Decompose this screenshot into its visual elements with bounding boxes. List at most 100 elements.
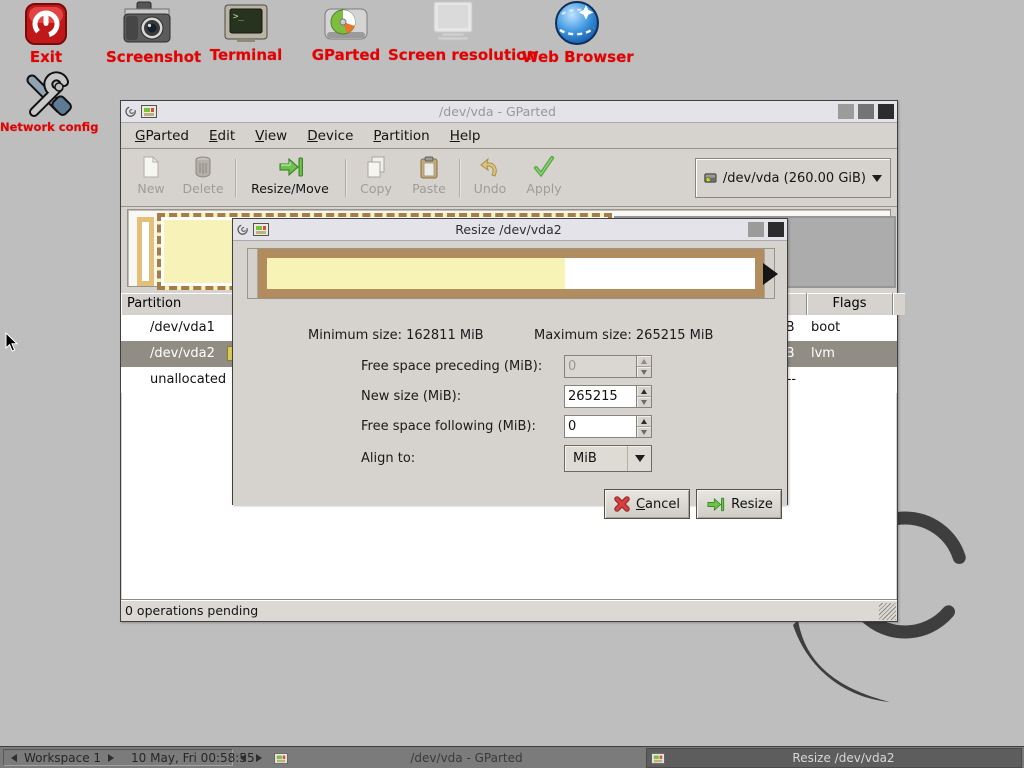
cancel-button[interactable]: Cancel [604, 489, 690, 519]
cancel-x-icon [614, 496, 630, 512]
task-button-gparted[interactable]: /dev/vda - GParted [270, 748, 644, 768]
delete-button[interactable]: Delete [177, 155, 229, 201]
monitor-icon [428, 0, 478, 44]
minimize-button[interactable] [838, 104, 854, 119]
new-size-spinner[interactable] [564, 385, 652, 408]
menu-help[interactable]: Help [440, 124, 491, 148]
free-space-following-input[interactable] [565, 416, 636, 437]
new-size-label: New size (MiB): [361, 389, 461, 404]
chevron-down-icon [635, 455, 645, 462]
spin-up-icon[interactable] [637, 386, 651, 396]
desktop-icon-label: GParted [308, 46, 384, 64]
desktop-icon-exit[interactable]: Exit [16, 2, 76, 66]
desktop-icon-web-browser[interactable]: Web Browser [522, 0, 632, 66]
new-button[interactable]: New [129, 155, 173, 201]
workspace-pager[interactable]: Workspace 1 10 May, Fri 00:58:55 [3, 749, 233, 766]
window-menu-swirl-icon[interactable] [124, 105, 137, 118]
align-to-combobox[interactable]: MiB [564, 445, 652, 472]
partition-name: /dev/vda1 [150, 320, 215, 335]
copy-button[interactable]: Copy [351, 155, 401, 201]
apply-button[interactable]: Apply [518, 155, 570, 201]
undo-button[interactable]: Undo [465, 155, 515, 201]
resize-dialog: Resize /dev/vda2 Minimum size: 162811 Mi… [232, 218, 788, 505]
menu-gparted[interactable]: GParted [125, 124, 199, 148]
window-titlebar[interactable]: /dev/vda - GParted [121, 101, 897, 123]
maximum-size-label: Maximum size: 265215 MiB [534, 328, 713, 343]
dialog-titlebar[interactable]: Resize /dev/vda2 [233, 219, 787, 241]
slider-right-handle-icon[interactable] [763, 263, 778, 285]
paste-icon [418, 155, 440, 179]
power-icon [24, 2, 68, 46]
resize-move-button[interactable]: Resize/Move [241, 155, 339, 201]
slider-used-space [267, 258, 565, 289]
free-space-preceding-label: Free space preceding (MiB): [361, 359, 542, 374]
menu-edit[interactable]: Edit [199, 124, 245, 148]
desktop-icon-gparted[interactable]: GParted [308, 6, 384, 64]
column-header-flags[interactable]: Flags [807, 293, 893, 315]
menu-device[interactable]: Device [297, 124, 363, 148]
resize-grip[interactable] [879, 603, 896, 620]
toolbar-separator [235, 159, 237, 197]
tasklist-scroll-right-icon[interactable] [256, 754, 262, 762]
desktop-icon-screen-resolution[interactable]: Screen resolution [388, 0, 518, 64]
spin-up-icon[interactable] [637, 416, 651, 426]
maximize-button[interactable] [858, 104, 874, 119]
desktop-icon-screenshot[interactable]: Screenshot [106, 0, 188, 66]
slider-left-grip[interactable] [248, 249, 258, 298]
free-space-preceding-spinner [564, 355, 652, 378]
toolbar: New Delete Resize/Move [121, 149, 897, 207]
resize-move-icon [277, 155, 303, 179]
spin-down-icon[interactable] [637, 396, 651, 407]
task-button-resize-dialog[interactable]: Resize /dev/vda2 [646, 748, 1022, 768]
desktop: Exit Screenshot >_ Terminal [0, 0, 1024, 768]
free-space-following-spinner[interactable] [564, 415, 652, 438]
globe-icon [553, 0, 601, 46]
spin-down-icon [637, 366, 651, 377]
dialog-close-button[interactable] [768, 222, 784, 237]
free-space-following-label: Free space following (MiB): [361, 419, 536, 434]
column-header-partition[interactable]: Partition [121, 293, 233, 315]
resize-arrow-icon [705, 496, 725, 513]
resize-button[interactable]: Resize [696, 489, 782, 519]
desktop-icon-label: Screen resolution [388, 46, 518, 64]
dialog-maximize-button[interactable] [748, 222, 764, 237]
menu-partition[interactable]: Partition [363, 124, 439, 148]
workspace-label: Workspace 1 [24, 751, 101, 765]
new-size-input[interactable] [565, 386, 636, 407]
workspace-next-icon[interactable] [108, 754, 114, 762]
device-selector[interactable]: /dev/vda (260.00 GiB) [695, 158, 891, 198]
desktop-icon-label: Screenshot [106, 48, 188, 66]
gparted-app-mini-icon [253, 223, 269, 236]
flags-value: boot [811, 320, 840, 335]
window-title: /dev/vda - GParted [161, 104, 834, 119]
desktop-icon-terminal[interactable]: >_ Terminal [206, 4, 286, 64]
paste-button[interactable]: Paste [404, 155, 454, 201]
spin-up-icon [637, 356, 651, 366]
task-label: /dev/vda - GParted [289, 751, 644, 765]
task-label: Resize /dev/vda2 [666, 751, 1021, 765]
menubar: GParted Edit View Device Partition Help [121, 123, 897, 149]
resize-slider[interactable] [247, 248, 775, 299]
close-button[interactable] [878, 104, 894, 119]
workspace-prev-icon[interactable] [11, 754, 17, 762]
spin-down-icon[interactable] [637, 426, 651, 437]
align-to-label: Align to: [361, 451, 415, 466]
partition-block-vda1[interactable] [137, 217, 154, 286]
combo-dropdown-button[interactable] [627, 446, 651, 471]
menu-view[interactable]: View [245, 124, 297, 148]
mouse-cursor [5, 332, 19, 353]
undo-icon [479, 155, 501, 179]
device-selector-value: /dev/vda (260.00 GiB) [723, 171, 866, 186]
tasklist-scroll-left-icon[interactable] [240, 754, 246, 762]
window-menu-swirl-icon[interactable] [236, 223, 249, 236]
apply-icon [532, 155, 556, 179]
desktop-icon-network-config[interactable]: Network config [0, 70, 96, 134]
status-text: 0 operations pending [125, 603, 258, 618]
terminal-icon: >_ [223, 4, 269, 44]
toolbar-separator [459, 159, 461, 197]
gparted-app-mini-icon [141, 105, 157, 118]
status-bar: 0 operations pending [121, 599, 897, 621]
device-dropdown-icon[interactable] [872, 175, 882, 182]
desktop-icon-label: Web Browser [522, 48, 632, 66]
copy-icon [364, 155, 388, 179]
